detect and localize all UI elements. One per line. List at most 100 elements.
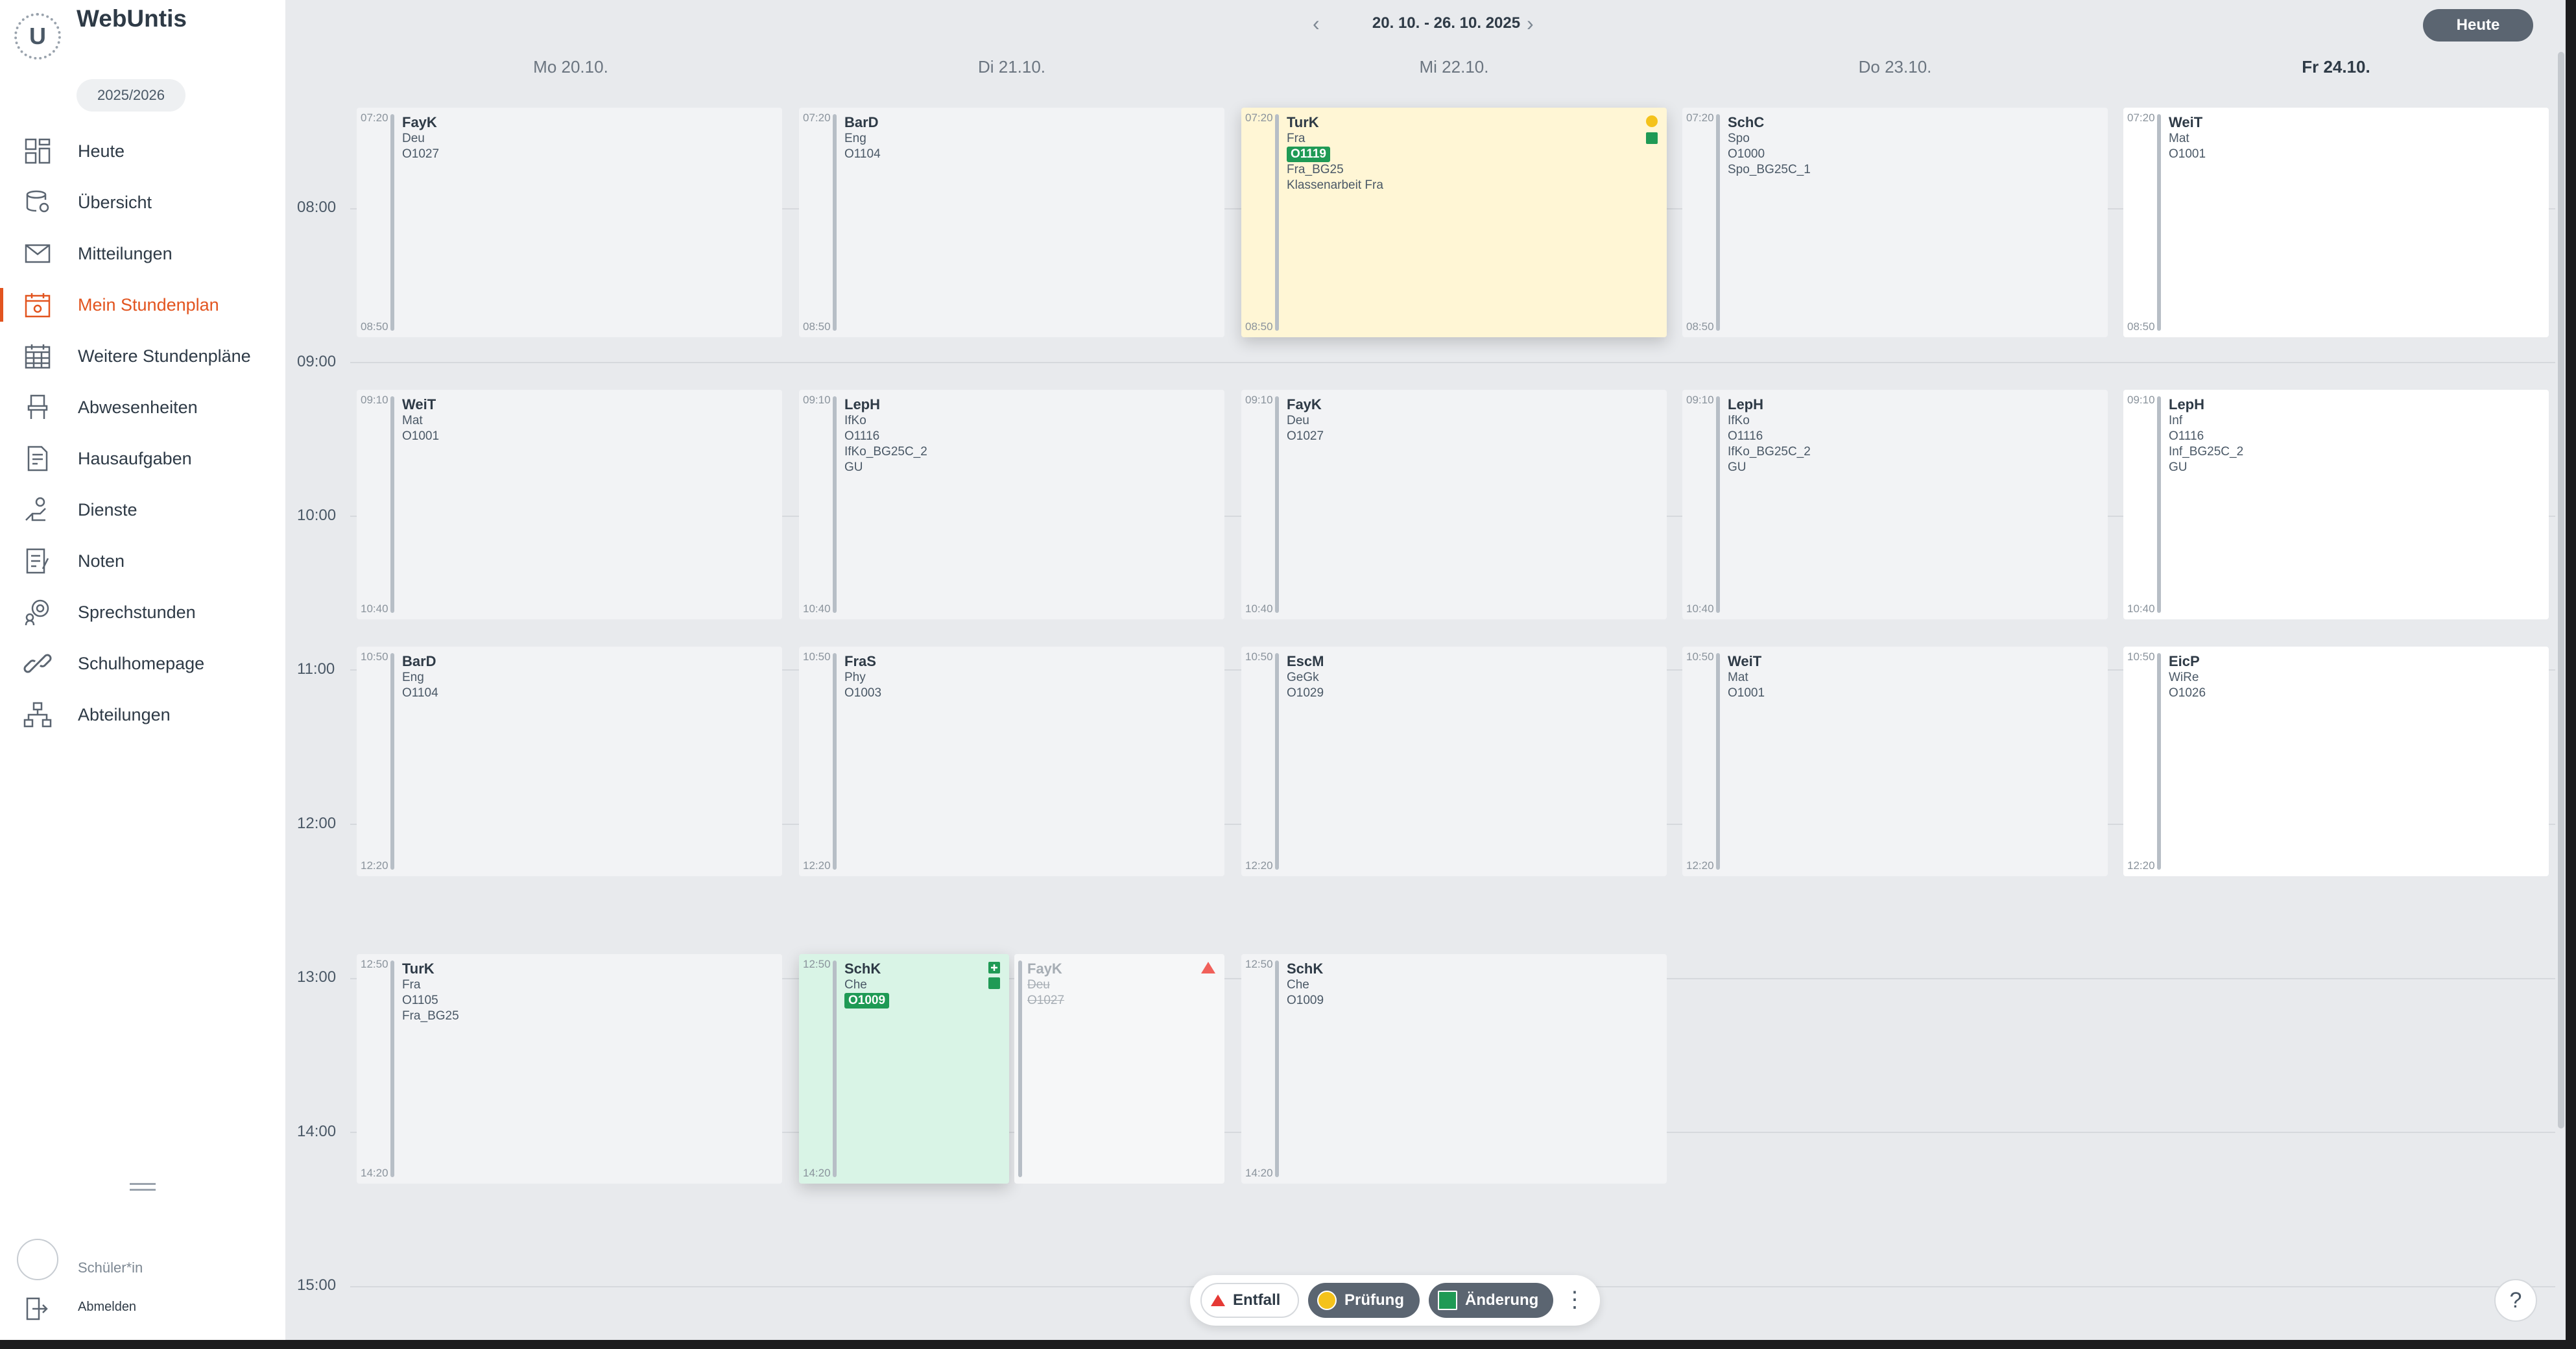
overview-icon (26, 190, 49, 213)
today-button[interactable]: Heute (2423, 9, 2533, 42)
nav-item-mitteilungen[interactable]: Mitteilungen (0, 234, 285, 273)
lesson-subject: Fra (402, 978, 421, 992)
lesson-subject: Deu (402, 132, 425, 145)
lesson-teacher: SchC (1728, 114, 1765, 130)
logout-icon[interactable] (23, 1296, 49, 1322)
lesson-class: Fra_BG25 (402, 1009, 459, 1023)
lesson-bar (1275, 961, 1279, 1177)
lesson-start-time: 07:20 (1686, 112, 1714, 124)
lesson-teacher: FraS (844, 653, 876, 669)
school-year-selector[interactable]: 2025/2026 (77, 79, 185, 112)
lesson-start-time: 10:50 (803, 651, 831, 663)
lesson-teacher: EscM (1287, 653, 1324, 669)
day-header-mi: Mi 22.10. (1419, 57, 1489, 77)
lesson-start-time: 12:50 (1245, 958, 1273, 970)
lesson-room: O1003 (844, 686, 882, 700)
lesson-subject: Mat (1728, 671, 1748, 684)
lesson-subject: Che (844, 978, 867, 992)
chevron-right-icon[interactable]: › (1527, 12, 1534, 36)
more-options-icon[interactable]: ⋮ (1564, 1287, 1586, 1313)
lesson-end-time: 14:20 (361, 1167, 388, 1179)
nav-label: Abteilungen (78, 704, 171, 724)
lesson-teacher: TurK (402, 961, 435, 977)
legend-exam-toggle[interactable]: Prüfung (1308, 1283, 1420, 1318)
change-indicator-icon (988, 977, 1000, 989)
lesson-card[interactable]: 07:20 08:50 SchC Spo O1000 Spo_BG25C_1 (1682, 108, 2108, 337)
lesson-card[interactable]: 09:10 10:40 LepH Inf O1116 Inf_BG25C_2 GU (2123, 390, 2549, 619)
help-icon[interactable]: ? (2494, 1279, 2537, 1322)
nav-item-dienste[interactable]: Dienste (0, 490, 285, 529)
homework-icon (27, 446, 48, 472)
lesson-class: IfKo_BG25C_2 (844, 445, 927, 459)
lesson-card[interactable]: 09:10 10:40 FayK Deu O1027 (1241, 390, 1667, 619)
lesson-teacher: SchK (1287, 961, 1324, 977)
day-header-mo: Mo 20.10. (533, 57, 608, 77)
calendar-grid-icon (25, 344, 51, 369)
nav-item-weitere-stundenplaene[interactable]: Weitere Stundenpläne (0, 337, 285, 376)
lesson-bar (833, 396, 837, 613)
changed-room-badge: O1009 (844, 993, 890, 1009)
link-icon (23, 654, 52, 673)
lesson-card-exam[interactable]: 07:20 08:50 TurK Fra O1119 Fra_BG25 Klassena… (1241, 108, 1667, 337)
lesson-card[interactable]: 09:10 10:40 WeiT Mat O1001 (357, 390, 782, 619)
duties-icon (25, 497, 46, 521)
lesson-card[interactable]: 07:20 08:50 WeiT Mat O1001 (2123, 108, 2549, 337)
lesson-start-time: 12:50 (361, 958, 388, 970)
lesson-teacher: SchK (844, 961, 881, 977)
lesson-end-time: 08:50 (361, 320, 388, 333)
legend-cancelled-toggle[interactable]: Entfall (1200, 1283, 1299, 1318)
lesson-bar (1275, 396, 1279, 613)
lesson-end-time: 12:20 (1686, 859, 1714, 872)
collapse-sidebar-handle[interactable] (130, 1183, 156, 1193)
lesson-card[interactable]: 09:10 10:40 LepH IfKo O1116 IfKo_BG25C_2 GU (799, 390, 1224, 619)
cancelled-indicator-icon (1201, 962, 1215, 973)
lesson-subject: Eng (844, 132, 866, 145)
webuntis-logo-icon[interactable]: U (14, 13, 61, 60)
lesson-card[interactable]: 12:50 14:20 TurK Fra O1105 Fra_BG25 (357, 954, 782, 1184)
avatar[interactable] (17, 1239, 58, 1280)
lesson-card[interactable]: 10:50 12:20 WeiT Mat O1001 (1682, 647, 2108, 876)
logout-link[interactable]: Abmelden (78, 1300, 136, 1315)
lesson-teacher: LepH (2169, 396, 2204, 412)
nav-item-abwesenheiten[interactable]: Abwesenheiten (0, 388, 285, 427)
lesson-room: O1027 (402, 147, 440, 161)
lesson-card[interactable]: 07:20 08:50 FayK Deu O1027 (357, 108, 782, 337)
lesson-card[interactable]: 10:50 12:20 EicP WiRe O1026 (2123, 647, 2549, 876)
nav-item-schulhomepage[interactable]: Schulhomepage (0, 644, 285, 683)
lesson-bar (1275, 653, 1279, 870)
nav-item-abteilungen[interactable]: Abteilungen (0, 695, 285, 734)
lesson-card-cancelled[interactable]: FayK Deu O1027 (1014, 954, 1224, 1184)
nav-item-noten[interactable]: Noten (0, 542, 285, 580)
lesson-bar (1716, 114, 1720, 331)
lesson-card[interactable]: 07:20 08:50 BarD Eng O1104 (799, 108, 1224, 337)
nav-item-sprechstunden[interactable]: Sprechstunden (0, 593, 285, 632)
nav-item-hausaufgaben[interactable]: Hausaufgaben (0, 439, 285, 478)
lesson-bar (1275, 114, 1279, 331)
lesson-teacher: LepH (844, 396, 880, 412)
nav-item-heute[interactable]: Heute (0, 132, 285, 171)
lesson-card[interactable]: 10:50 12:20 BarD Eng O1104 (357, 647, 782, 876)
lesson-card[interactable]: 12:50 14:20 SchK Che O1009 (1241, 954, 1667, 1184)
lesson-card[interactable]: 10:50 12:20 FraS Phy O1003 (799, 647, 1224, 876)
legend-change-toggle[interactable]: Änderung (1429, 1283, 1553, 1318)
lesson-teacher: WeiT (2169, 114, 2203, 130)
time-label: 10:00 (297, 507, 337, 524)
lesson-card[interactable]: 10:50 12:20 EscM GeGk O1029 (1241, 647, 1667, 876)
lesson-teacher: EicP (2169, 653, 2200, 669)
lesson-end-time: 14:20 (803, 1167, 831, 1179)
nav-label: Mein Stundenplan (78, 294, 219, 315)
lesson-card-changed[interactable]: 12:50 14:20 SchK Che O1009 (799, 954, 1009, 1184)
week-range[interactable]: 20. 10. - 26. 10. 2025 (1018, 14, 1874, 32)
lesson-subject: Fra (1287, 132, 1306, 145)
nav-item-uebersicht[interactable]: Übersicht (0, 183, 285, 222)
lesson-card[interactable]: 09:10 10:40 LepH IfKo O1116 IfKo_BG25C_2 GU (1682, 390, 2108, 619)
lesson-teacher: WeiT (1728, 653, 1762, 669)
scrollbar[interactable] (2558, 52, 2564, 1128)
lesson-start-time: 07:20 (361, 112, 388, 124)
lesson-teacher: BarD (844, 114, 879, 130)
lesson-bar (833, 114, 837, 331)
lesson-room: O1104 (844, 147, 881, 161)
nav-item-mein-stundenplan[interactable]: Mein Stundenplan (0, 285, 285, 324)
lesson-end-time: 10:40 (2127, 603, 2155, 615)
lesson-teacher: LepH (1728, 396, 1763, 412)
